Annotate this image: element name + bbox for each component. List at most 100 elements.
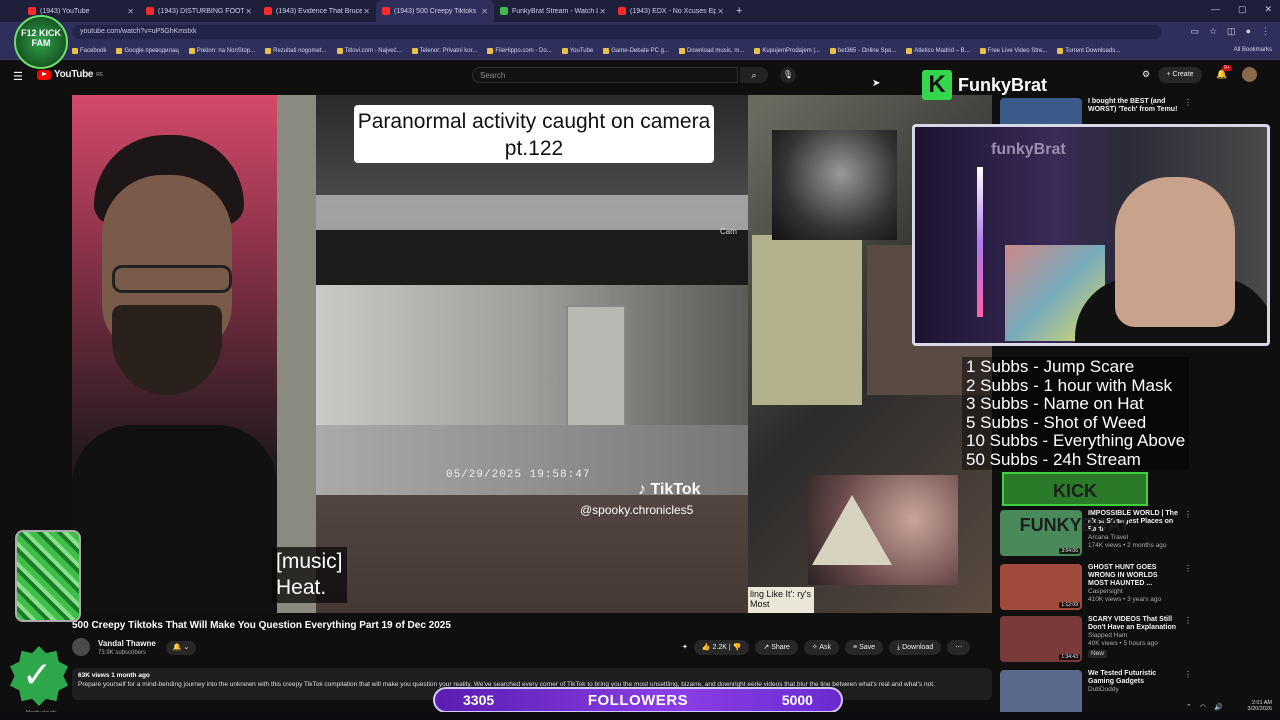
notification-count: 9+	[1222, 65, 1232, 71]
browser-tab-bar: (1943) YouTube✕(1943) DISTURBING FOOTAGE…	[0, 0, 1280, 22]
voice-search-button[interactable]: 🎙	[780, 67, 796, 83]
like-button[interactable]: 👍 2.2K | 👎	[693, 640, 750, 655]
bookmark-item[interactable]: Game-Debate PC g...	[603, 47, 669, 54]
collage-map	[752, 235, 862, 405]
cast-icon[interactable]: ▭	[1190, 26, 1199, 37]
kick-banner: KICK FUNKYBRAT	[1002, 472, 1148, 535]
new-tab-button[interactable]: +	[736, 5, 742, 17]
bookmark-label: Titlovi.com - Najveć...	[344, 47, 402, 54]
sub-goal-item: 50 Subbs - 24h Stream	[966, 449, 1141, 469]
browser-tab[interactable]: (1943) 500 Creepy Tiktoks ✕	[376, 0, 494, 22]
ask-button[interactable]: ✧ Ask	[803, 640, 840, 655]
address-bar-row: youtube.com/watch?v=uP5GhKmstxk ▭ ☆ ◫ ● …	[0, 22, 1280, 42]
bookmark-label: Telenor: Privatni kor...	[419, 47, 478, 54]
extensions-icon[interactable]: ◫	[1227, 26, 1236, 37]
search-button[interactable]: ⌕	[740, 67, 768, 83]
bookmark-item[interactable]: Poklon: na NonStop...	[188, 47, 255, 54]
more-options-icon[interactable]: ⋮	[1184, 616, 1192, 662]
profile-icon[interactable]: ●	[1246, 26, 1251, 37]
channel-avatar[interactable]	[72, 638, 90, 656]
tab-close-icon[interactable]: ✕	[481, 7, 488, 16]
magic-icon[interactable]: ✦	[682, 640, 688, 655]
tab-close-icon[interactable]: ✕	[717, 7, 724, 16]
bookmark-item[interactable]: FileHippo.com - Do...	[487, 47, 552, 54]
recommended-video[interactable]: We Tested Futuristic Gaming Gadgets DubD…	[1000, 670, 1270, 716]
minimize-icon[interactable]: —	[1211, 4, 1220, 15]
tiktok-icon: ♪	[638, 481, 646, 498]
menu-hamburger-icon[interactable]: ☰	[13, 70, 23, 83]
recommended-video[interactable]: 1:34:43 SCARY VIDEOS That Still Don't Ha…	[1000, 616, 1270, 662]
video-thumbnail[interactable]: 1:34:43	[1000, 616, 1082, 662]
youtube-logo[interactable]: YouTube RS	[37, 69, 103, 80]
save-button[interactable]: ≡ Save	[845, 640, 884, 655]
streamer-brand: K FunkyBrat	[922, 70, 1047, 100]
bookmark-item[interactable]: KupujemProdajem |...	[754, 47, 820, 54]
all-bookmarks[interactable]: All Bookmarks	[1234, 47, 1272, 53]
bookmark-favicon-icon	[754, 47, 761, 54]
chevron-down-icon: ⌄	[183, 644, 190, 651]
account-avatar[interactable]	[1242, 67, 1257, 82]
recommended-video[interactable]: 1:12:09 GHOST HUNT GOES WRONG IN WORLDS …	[1000, 564, 1270, 610]
bookmark-item[interactable]: Google преводилац	[116, 47, 179, 54]
share-button[interactable]: ↗ Share	[755, 640, 798, 655]
bookmark-item[interactable]: Telenor: Privatni kor...	[411, 47, 478, 54]
bookmark-item[interactable]: Facebook	[72, 47, 106, 54]
tab-close-icon[interactable]: ✕	[599, 7, 606, 16]
browser-tab[interactable]: (1943) EDX - No Xcuses Ep ✕	[612, 0, 730, 22]
volume-icon[interactable]: 🔊	[1214, 703, 1223, 711]
bookmark-item[interactable]: Torrent Downloads...	[1057, 47, 1120, 54]
more-options-icon[interactable]: ⋮	[1184, 564, 1192, 610]
address-bar[interactable]: youtube.com/watch?v=uP5GhKmstxk	[72, 25, 1162, 39]
system-clock[interactable]: 2:01 AM 3/20/2026	[1248, 700, 1272, 712]
youtube-header: ☰ YouTube RS Search ⌕ 🎙 ⚙ + Create 🔔 9+	[0, 60, 1280, 90]
browser-tab[interactable]: FunkyBrat Stream - Watch Live✕	[494, 0, 612, 22]
new-badge: New	[1088, 650, 1108, 658]
more-actions-button[interactable]: ⋯	[947, 640, 971, 655]
bookmark-item[interactable]: YouTube	[561, 47, 593, 54]
sub-goal-item: 1 Subbs - Jump Scare	[966, 357, 1135, 376]
bookmark-item[interactable]: Atletico Madrid – B...	[906, 47, 970, 54]
wifi-icon[interactable]: ◠	[1200, 703, 1206, 711]
video-thumbnail[interactable]: 1:12:09	[1000, 564, 1082, 610]
bookmark-item[interactable]: Titlovi.com - Najveć...	[336, 47, 402, 54]
close-window-icon[interactable]: ✕	[1264, 4, 1272, 15]
bookmark-favicon-icon	[906, 47, 913, 54]
bookmark-label: Download music, m...	[686, 47, 745, 54]
subscriber-count: 73.9K subscribers	[98, 650, 147, 656]
bookmark-star-icon[interactable]: ☆	[1209, 26, 1217, 37]
channel-name[interactable]: Vandal Thawne	[98, 639, 156, 648]
menu-icon[interactable]: ⋮	[1261, 26, 1270, 37]
tab-close-icon[interactable]: ✕	[363, 7, 370, 16]
bookmark-item[interactable]: bet365 - Online Spo...	[829, 47, 897, 54]
video-thumbnail[interactable]	[1000, 670, 1082, 716]
tab-close-icon[interactable]: ✕	[245, 7, 252, 16]
browser-tab[interactable]: (1943) DISTURBING FOOTAGE I✕	[140, 0, 258, 22]
bookmark-label: bet365 - Online Spo...	[837, 47, 897, 54]
bookmark-item[interactable]: Download music, m...	[678, 47, 745, 54]
subscription-bell-button[interactable]: 🔔 ⌄	[166, 641, 196, 655]
followers-current: 3305	[463, 692, 495, 708]
browser-tab[interactable]: (1943) Evidence That Bruce Le✕	[258, 0, 376, 22]
tab-close-icon[interactable]: ✕	[127, 7, 134, 16]
closed-captions: [music] Heat.	[272, 547, 347, 603]
search-input[interactable]: Search	[472, 67, 738, 83]
chevron-up-icon[interactable]: ⌃	[1186, 703, 1192, 711]
video-actions: ✦ 👍 2.2K | 👎 ↗ Share ✧ Ask ≡ Save ⤓ Down…	[682, 640, 971, 655]
video-player[interactable]: Paranormal activity caught on camera pt.…	[72, 95, 992, 613]
download-button[interactable]: ⤓ Download	[889, 640, 942, 655]
more-options-icon[interactable]: ⋮	[1184, 510, 1192, 556]
tab-favicon-icon	[500, 7, 508, 15]
cast-to-tv-icon[interactable]: ⚙	[1142, 69, 1150, 80]
maximize-icon[interactable]: ▢	[1238, 4, 1247, 15]
ask-label: Ask	[819, 644, 832, 651]
bookmark-favicon-icon	[265, 47, 272, 54]
tab-favicon-icon	[264, 7, 272, 15]
bell-icon: 🔔	[172, 644, 182, 651]
bookmark-favicon-icon	[411, 47, 418, 54]
save-label: Save	[859, 644, 876, 651]
bookmark-item[interactable]: Free Live Video Stre...	[979, 47, 1047, 54]
bookmark-item[interactable]: Rezultati nogomet...	[265, 47, 327, 54]
bookmark-favicon-icon	[829, 47, 836, 54]
window-controls: — ▢ ✕	[1211, 4, 1272, 15]
create-button[interactable]: + Create	[1158, 67, 1202, 83]
